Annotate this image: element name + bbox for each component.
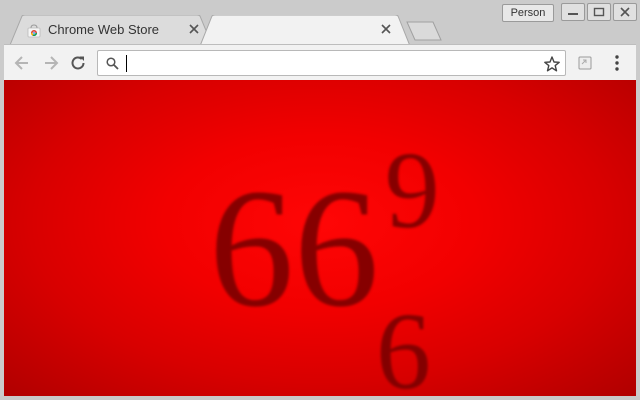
- close-icon: [381, 24, 391, 34]
- menu-dots-icon: [615, 55, 619, 71]
- chrome-web-store-icon: [27, 24, 41, 38]
- theme-artwork: 66 6 6: [209, 131, 440, 396]
- new-tab-page-theme: 66 6 6: [4, 80, 636, 396]
- new-tab-button[interactable]: [405, 21, 443, 41]
- theme-glyph-flipped: 6: [385, 131, 440, 253]
- bookmark-star-button[interactable]: [543, 55, 561, 73]
- extension-button[interactable]: [577, 55, 593, 71]
- maximize-icon: [593, 7, 605, 17]
- tab-close-button[interactable]: [379, 22, 393, 36]
- close-icon: [620, 7, 630, 17]
- toolbar: [4, 44, 636, 80]
- tab-strip: Chrome Web Store Person: [0, 0, 640, 46]
- tab-chrome-web-store[interactable]: Chrome Web Store: [10, 15, 212, 45]
- address-input[interactable]: [124, 53, 534, 73]
- minimize-button[interactable]: [561, 3, 585, 21]
- reload-button[interactable]: [68, 53, 88, 73]
- omnibox[interactable]: [97, 50, 566, 76]
- profile-button[interactable]: Person: [502, 4, 554, 22]
- tab-title: Chrome Web Store: [48, 22, 160, 37]
- window-bottom-border: [0, 396, 640, 400]
- maximize-button[interactable]: [587, 3, 611, 21]
- svg-text:6: 6: [385, 131, 440, 253]
- star-icon: [544, 56, 560, 72]
- menu-button[interactable]: [609, 54, 625, 72]
- forward-button[interactable]: [41, 53, 61, 73]
- theme-glyph-large: 66: [209, 154, 379, 342]
- search-icon: [106, 57, 119, 75]
- tab-close-button[interactable]: [187, 22, 201, 36]
- back-arrow-icon: [14, 56, 28, 70]
- tab-new-tab[interactable]: [200, 15, 410, 46]
- new-tab-icon: [406, 21, 442, 41]
- forward-arrow-icon: [45, 56, 59, 70]
- minimize-icon: [568, 13, 578, 15]
- back-button[interactable]: [12, 53, 32, 73]
- extension-icon: [578, 56, 592, 70]
- close-icon: [189, 24, 199, 34]
- reload-icon: [71, 56, 85, 70]
- browser-window: Chrome Web Store Person 66 6 6: [0, 0, 640, 400]
- close-window-button[interactable]: [613, 3, 637, 21]
- text-caret: [126, 55, 127, 72]
